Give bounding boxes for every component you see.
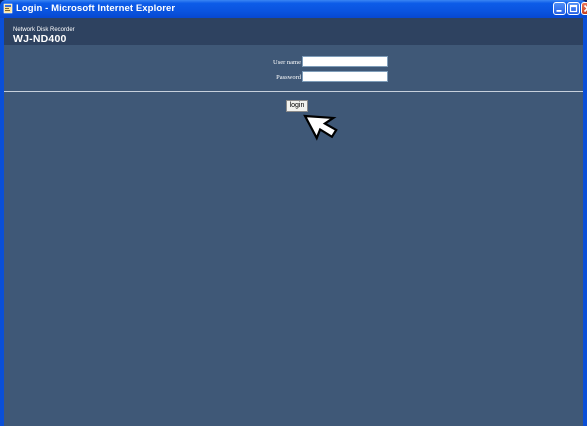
minimize-button[interactable] bbox=[553, 2, 566, 15]
product-model: WJ-ND400 bbox=[13, 33, 67, 45]
window-title: Login - Microsoft Internet Explorer bbox=[16, 3, 176, 14]
window-frame-right bbox=[583, 18, 587, 426]
mouse-pointer-icon bbox=[303, 114, 338, 141]
close-button[interactable] bbox=[581, 2, 587, 15]
password-field[interactable] bbox=[302, 71, 388, 82]
recorder-header: Network Disk Recorder WJ-ND400 bbox=[4, 18, 583, 45]
password-label: Password bbox=[276, 74, 301, 81]
ie-app-icon bbox=[3, 3, 13, 14]
maximize-icon bbox=[569, 4, 578, 13]
username-field[interactable] bbox=[302, 56, 388, 67]
username-label: User name bbox=[273, 59, 301, 66]
close-icon bbox=[583, 4, 587, 13]
maximize-button[interactable] bbox=[567, 2, 580, 15]
title-bar[interactable]: Login - Microsoft Internet Explorer bbox=[0, 0, 587, 18]
page-content: Network Disk Recorder WJ-ND400 User name… bbox=[4, 18, 583, 426]
divider bbox=[4, 91, 583, 92]
browser-window: Login - Microsoft Internet Explorer Netw… bbox=[0, 0, 587, 426]
minimize-icon bbox=[556, 10, 562, 12]
